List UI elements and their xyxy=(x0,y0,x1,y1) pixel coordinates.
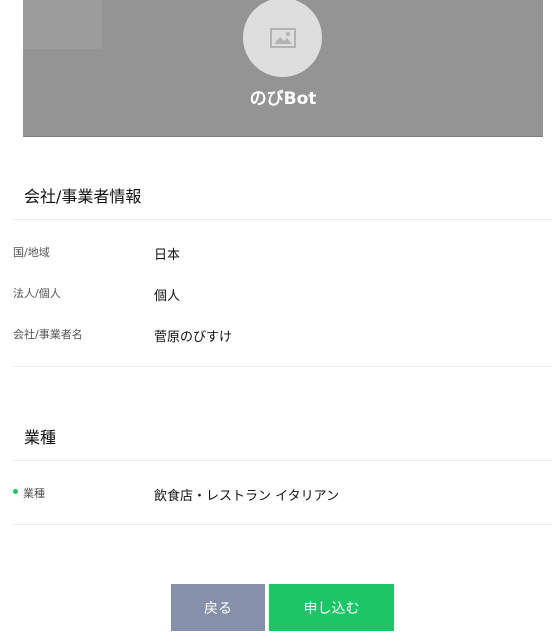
company-name-label: 会社/事業者名 xyxy=(13,328,83,341)
apply-button[interactable]: 申し込む xyxy=(269,584,394,631)
company-section-title: 会社/事業者情報 xyxy=(24,187,142,206)
bot-avatar xyxy=(243,0,322,77)
divider xyxy=(13,219,552,220)
country-label: 国/地域 xyxy=(13,246,50,259)
required-indicator xyxy=(13,489,18,494)
banner-cover-image xyxy=(23,0,102,49)
bot-name: のびBot xyxy=(249,89,317,109)
divider xyxy=(13,460,552,461)
industry-value: 飲食店・レストラン イタリアン xyxy=(154,489,340,504)
country-value: 日本 xyxy=(154,248,181,263)
profile-banner: のびBot xyxy=(23,0,543,137)
divider xyxy=(13,366,552,367)
divider xyxy=(13,524,552,525)
company-name-value: 菅原のびすけ xyxy=(154,330,233,345)
back-button[interactable]: 戻る xyxy=(171,584,265,631)
image-placeholder-icon xyxy=(269,27,296,48)
entity-type-value: 個人 xyxy=(154,289,181,304)
industry-section-title: 業種 xyxy=(24,428,57,447)
entity-type-label: 法人/個人 xyxy=(13,287,61,300)
industry-label: 業種 xyxy=(23,487,45,500)
